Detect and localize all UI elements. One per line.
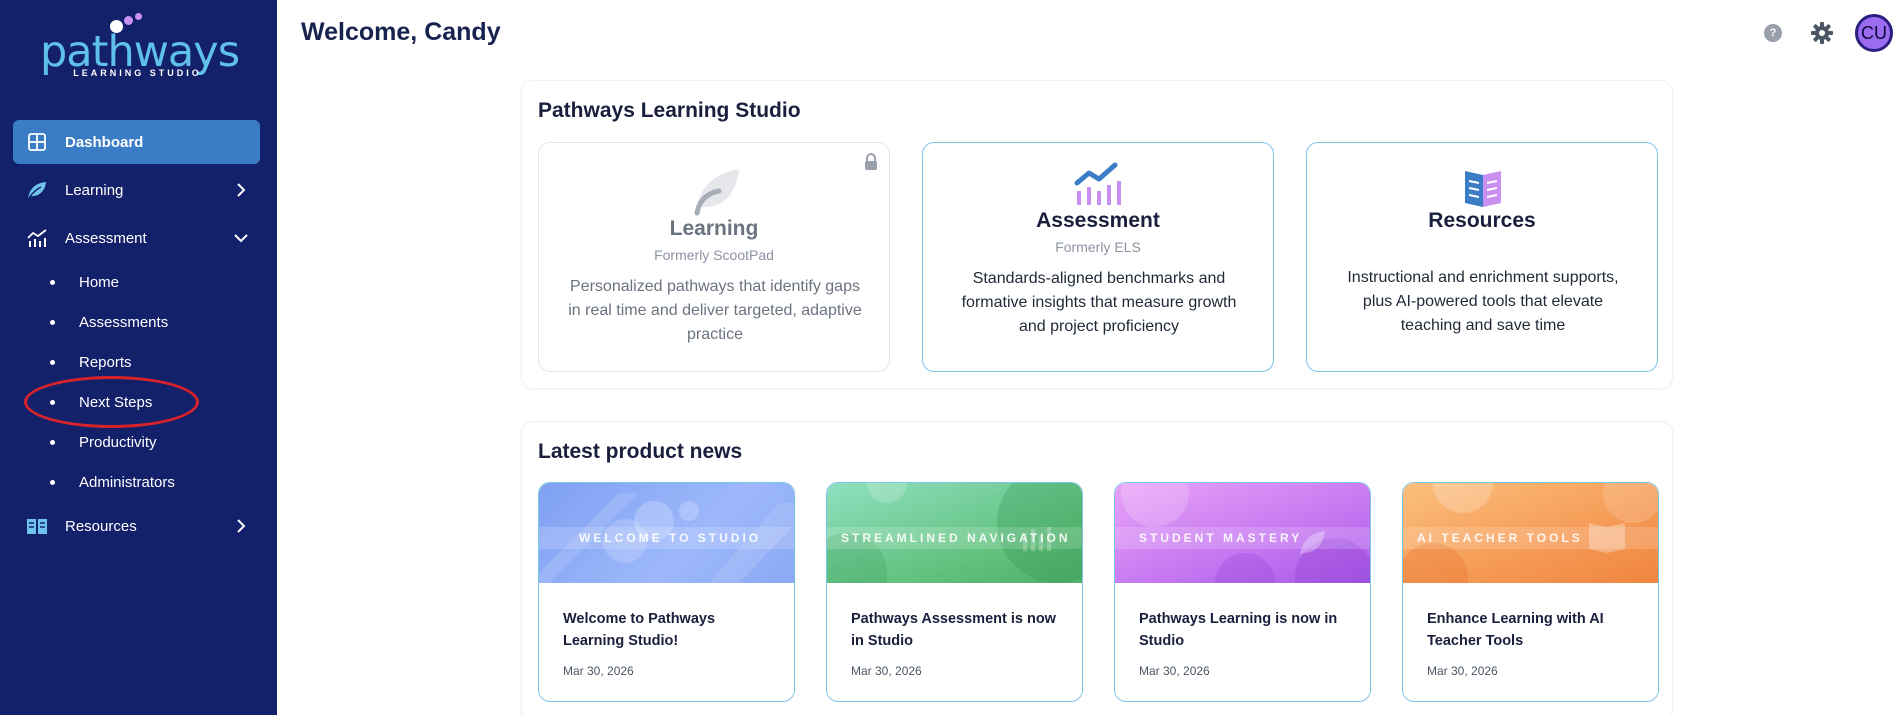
pathways-logo[interactable]: pathways LEARNING STUDIO [40,12,240,82]
product-card-resources[interactable]: Resources Instructional and enrichment s… [1306,142,1658,372]
logo-dot [124,16,133,25]
bullet [50,479,55,485]
sub-nav-home[interactable]: Home [50,268,119,296]
chevron-down-icon [234,231,248,245]
nav-assessment[interactable]: Assessment [13,216,260,260]
news-card[interactable]: STREAMLINED NAVIGATION Pathways Assessme… [826,482,1083,702]
sub-nav-label: Administrators [79,473,175,491]
product-name: Resources [1428,209,1536,232]
news-item-date: Mar 30, 2026 [851,664,922,678]
gear-icon[interactable] [1810,21,1834,45]
studio-title: Pathways Learning Studio [538,99,801,122]
logo-dot [135,13,142,20]
news-card[interactable]: WELCOME TO STUDIO Welcome to Pathways Le… [538,482,795,702]
news-tag: STUDENT MASTERY [1115,527,1370,549]
news-title: Latest product news [538,440,743,463]
news-item-title: Pathways Learning is now in Studio [1139,611,1338,649]
studio-panel: Pathways Learning Studio Learning Former… [521,80,1673,389]
sidebar: pathways LEARNING STUDIO Dashboard Learn… [0,0,277,715]
bullet [50,439,55,445]
news-tag: STREAMLINED NAVIGATION [827,527,1082,549]
leaf-icon [26,179,48,201]
highlight-annotation [24,376,199,428]
product-name: Learning [669,217,759,240]
news-tag: AI TEACHER TOOLS [1403,527,1658,549]
book-icon [26,515,48,537]
news-banner: STREAMLINED NAVIGATION [827,483,1082,583]
nav-dashboard-label: Dashboard [65,133,144,151]
news-banner: STUDENT MASTERY [1115,483,1370,583]
news-banner: AI TEACHER TOOLS [1403,483,1658,583]
sub-nav-label: Reports [79,353,132,371]
product-card-assessment[interactable]: Assessment Formerly ELS Standards-aligne… [922,142,1274,372]
news-item-title: Enhance Learning with AI Teacher Tools [1427,611,1604,649]
news-item-title: Welcome to Pathways Learning Studio! [563,611,716,649]
product-card-learning[interactable]: Learning Formerly ScootPad Personalized … [538,142,890,372]
sub-nav-reports[interactable]: Reports [50,348,132,376]
product-formerly: Formerly ELS [1055,239,1141,255]
chevron-right-icon [234,519,248,533]
lock-icon [863,153,879,171]
nav-learning-label: Learning [65,181,124,199]
sub-nav-administrators[interactable]: Administrators [50,468,175,496]
product-description: Instructional and enrichment supports, p… [1347,269,1619,334]
nav-learning[interactable]: Learning [13,168,260,212]
news-card[interactable]: STUDENT MASTERY Pathways Learning is now… [1114,482,1371,702]
product-name: Assessment [1036,209,1160,232]
page-title: Welcome, Candy [301,18,501,46]
bullet [50,359,55,365]
bullet [50,319,55,325]
nav-resources[interactable]: Resources [13,504,260,548]
sub-nav-label: Productivity [79,433,157,451]
sub-nav-assessments[interactable]: Assessments [50,308,168,336]
assessment-chart-icon [26,227,48,249]
logo-subtitle: LEARNING STUDIO [73,68,202,78]
product-description: Personalized pathways that identify gaps… [568,278,862,343]
user-avatar[interactable]: CU [1855,14,1893,52]
chevron-right-icon [234,183,248,197]
news-item-date: Mar 30, 2026 [563,664,634,678]
bullet [50,279,55,285]
news-card[interactable]: AI TEACHER TOOLS Enhance Learning with A… [1402,482,1659,702]
news-tag: WELCOME TO STUDIO [539,527,794,549]
sub-nav-label: Home [79,273,120,291]
sub-nav-productivity[interactable]: Productivity [50,428,157,456]
news-banner: WELCOME TO STUDIO [539,483,794,583]
nav-resources-label: Resources [65,517,137,535]
help-icon[interactable]: ? [1764,24,1782,42]
nav-dashboard[interactable]: Dashboard [13,120,260,164]
news-item-date: Mar 30, 2026 [1427,664,1498,678]
sub-nav-label: Assessments [79,313,169,331]
leaf-icon [685,161,745,221]
news-item-date: Mar 30, 2026 [1139,664,1210,678]
news-panel: Latest product news WELCOME TO STUDIO We… [521,421,1673,715]
product-description: Standards-aligned benchmarks and formati… [961,270,1237,335]
nav-assessment-label: Assessment [65,229,147,247]
news-item-title: Pathways Assessment is now in Studio [851,611,1056,649]
product-formerly: Formerly ScootPad [654,247,774,263]
dashboard-icon [26,131,48,153]
